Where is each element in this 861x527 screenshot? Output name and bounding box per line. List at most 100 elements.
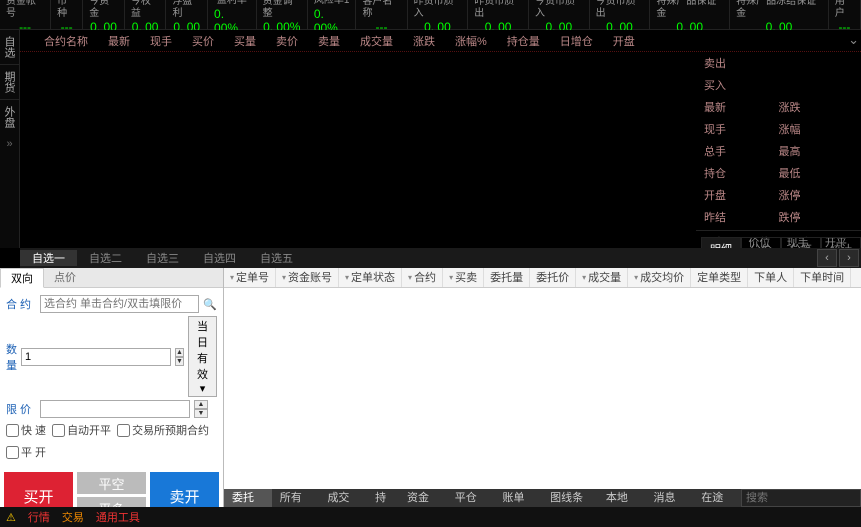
col-bidqty[interactable]: 买量 (224, 33, 266, 49)
search-input[interactable] (741, 489, 861, 507)
price-spinner[interactable]: ▲▼ (194, 400, 208, 418)
gh-orderno[interactable]: ▾定单号 (224, 268, 276, 287)
btab-closequery[interactable]: 平仓查询 (447, 489, 495, 507)
tab-twoway[interactable]: 双向 (0, 268, 44, 288)
status-trade[interactable]: 交易 (56, 509, 90, 525)
col-bid[interactable]: 买价 (182, 33, 224, 49)
btab-orders[interactable]: 委托信息 (224, 489, 272, 507)
stat-13: 特殊产品保证金0. 00 (650, 0, 730, 29)
rail-tab-futures[interactable]: 期货 (0, 64, 19, 99)
rail-expand-icon[interactable]: » (0, 134, 19, 154)
search-icon[interactable]: 🔍 (203, 298, 217, 311)
page-next-button[interactable]: › (839, 249, 859, 267)
btab-arb[interactable]: 本地套利 (598, 489, 646, 507)
watchlist-tabs: 自选一 自选二 自选三 自选四 自选五 ‹ › (20, 248, 861, 268)
stat-risk: 风险率10. 00% (308, 0, 357, 29)
btab-msg[interactable]: 消息查询 (646, 489, 694, 507)
left-rail: 自选 期货 外盘 » (0, 30, 20, 248)
stats-bar: 资金帐号--- 币种--- 今资金0. 00 今权益0. 00 浮盈利0. 00… (0, 0, 861, 30)
gh-avg[interactable]: ▾成交均价 (628, 268, 691, 287)
gh-time[interactable]: 下单时间 (794, 268, 851, 287)
stat-12: 今货币质出0. 00 (590, 0, 651, 29)
chk-fast[interactable]: 快 速 (6, 422, 46, 438)
gh-trader[interactable]: 下单人 (748, 268, 794, 287)
contract-input[interactable] (40, 295, 199, 313)
btab-transit[interactable]: 在途资金 (693, 489, 741, 507)
stat-float-pl: 浮盈利0. 00 (166, 0, 208, 29)
bottom-tabs: 委托信息 所有挂单 成交查询 持仓 资金查询 平仓查询 账单查询 图线条件单 本… (224, 489, 861, 507)
gh-type[interactable]: 定单类型 (691, 268, 748, 287)
col-oichg[interactable]: 日增仓 (550, 33, 603, 49)
quote-header-row: 合约名称 最新 现手 买价 买量 卖价 卖量 成交量 涨跌 涨幅% 持仓量 日增… (20, 30, 861, 52)
grid-header-row: ▾定单号 ▾资金账号 ▾定单状态 ▾合约 ▾买卖 委托量 委托价 ▾成交量 ▾成… (224, 268, 861, 288)
col-change[interactable]: 涨跌 (403, 33, 445, 49)
warning-icon[interactable]: ⚠ (0, 511, 22, 524)
status-quotes[interactable]: 行情 (22, 509, 56, 525)
wtab-5[interactable]: 自选五 (248, 250, 305, 266)
stat-client: 客户名称--- (356, 0, 407, 29)
col-last[interactable]: 最新 (98, 33, 140, 49)
grid-body[interactable] (224, 288, 861, 507)
chk-closeopen[interactable]: 平 开 (6, 444, 46, 460)
col-askqty[interactable]: 卖量 (308, 33, 350, 49)
price-input[interactable] (40, 400, 190, 418)
col-open[interactable]: 开盘 (603, 33, 645, 49)
col-volume[interactable]: 成交量 (350, 33, 403, 49)
wtab-3[interactable]: 自选三 (134, 250, 191, 266)
lower-panel: 双向 点价 合 约 🔍 数 量 ▲▼ 当日有效 ▾ 限 价 ▲▼ 快 速 (0, 268, 861, 507)
gh-qty[interactable]: 委托量 (484, 268, 530, 287)
wtab-4[interactable]: 自选四 (191, 250, 248, 266)
btab-fills[interactable]: 成交查询 (319, 489, 367, 507)
qty-input[interactable] (21, 348, 171, 366)
detail-buy: 买入 (704, 77, 853, 93)
tab-pricetap[interactable]: 点价 (44, 268, 86, 287)
col-oi[interactable]: 持仓量 (497, 33, 550, 49)
stat-10: 昨货币质出0. 00 (468, 0, 529, 29)
page-prev-button[interactable]: ‹ (817, 249, 837, 267)
quote-body (20, 52, 691, 260)
chk-exchange[interactable]: 交易所预期合约 (117, 422, 209, 438)
gh-price[interactable]: 委托价 (530, 268, 576, 287)
rail-tab-watchlist[interactable]: 自选 (0, 30, 19, 64)
col-name[interactable]: 合约名称 (34, 33, 98, 49)
stat-currency[interactable]: 币种--- (51, 0, 83, 29)
col-changepct[interactable]: 涨幅% (445, 33, 497, 49)
status-tools[interactable]: 通用工具 (90, 509, 146, 525)
status-bar: ⚠ 行情 交易 通用工具 (0, 507, 861, 527)
gh-fillqty[interactable]: ▾成交量 (576, 268, 628, 287)
gh-acct[interactable]: ▾资金账号 (276, 268, 339, 287)
collapse-icon[interactable]: ⌄ (848, 32, 859, 48)
form-tabs: 双向 点价 (0, 268, 223, 288)
stat-11: 今货币质入0. 00 (529, 0, 590, 29)
col-ask[interactable]: 卖价 (266, 33, 308, 49)
stat-account[interactable]: 资金帐号--- (0, 0, 51, 29)
btab-statement[interactable]: 账单查询 (494, 489, 542, 507)
gh-status[interactable]: ▾定单状态 (339, 268, 402, 287)
wtab-1[interactable]: 自选一 (20, 250, 77, 266)
close-short-button[interactable]: 平空 (77, 472, 146, 494)
label-price: 限 价 (6, 401, 36, 417)
stat-equity: 今权益0. 00 (125, 0, 167, 29)
chevron-down-icon: ▾ (200, 383, 206, 395)
stat-9: 昨货币质入0. 00 (408, 0, 469, 29)
validity-button[interactable]: 当日有效 ▾ (188, 316, 217, 397)
btab-funds[interactable]: 资金查询 (399, 489, 447, 507)
detail-panel: 卖出 买入 最新涨跌 现手涨幅 总手最高 持仓最低 开盘涨停 昨结跌停 时间价位… (696, 52, 861, 260)
chk-autooc[interactable]: 自动开平 (52, 422, 111, 438)
rail-tab-foreign[interactable]: 外盘 (0, 99, 19, 134)
order-form: 双向 点价 合 约 🔍 数 量 ▲▼ 当日有效 ▾ 限 价 ▲▼ 快 速 (0, 268, 224, 507)
stat-pl-rate: 盈利率0. 00% (208, 0, 257, 29)
order-grid: ▾定单号 ▾资金账号 ▾定单状态 ▾合约 ▾买卖 委托量 委托价 ▾成交量 ▾成… (224, 268, 861, 507)
stat-user: 用户--- (829, 0, 861, 29)
btab-conditional[interactable]: 图线条件单 (542, 489, 598, 507)
btab-positions[interactable]: 持仓 (367, 489, 399, 507)
gh-bs[interactable]: ▾买卖 (443, 268, 484, 287)
gh-contract[interactable]: ▾合约 (402, 268, 443, 287)
qty-spinner[interactable]: ▲▼ (175, 348, 184, 366)
stat-adj: 资金调整0. 00% (257, 0, 308, 29)
btab-pending[interactable]: 所有挂单 (272, 489, 320, 507)
stat-capital: 今资金0. 00 (83, 0, 125, 29)
label-contract: 合 约 (6, 296, 36, 312)
col-curvol[interactable]: 现手 (140, 33, 182, 49)
wtab-2[interactable]: 自选二 (77, 250, 134, 266)
